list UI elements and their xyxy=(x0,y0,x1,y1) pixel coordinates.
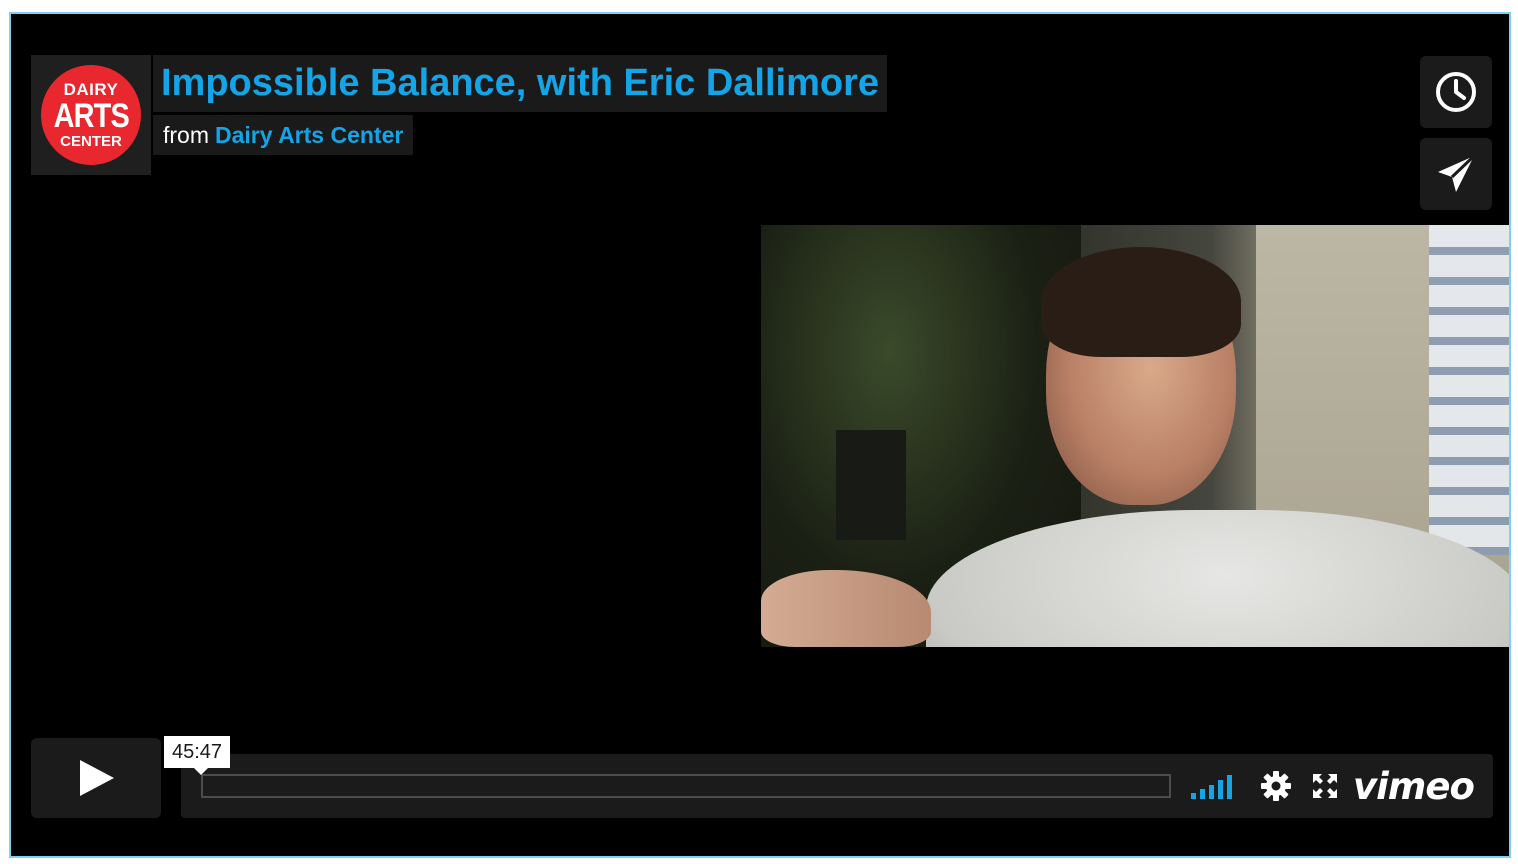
play-icon xyxy=(80,760,114,796)
clock-icon xyxy=(1436,72,1476,112)
channel-link[interactable]: Dairy Arts Center xyxy=(215,122,403,149)
title-bar: Impossible Balance, with Eric Dallimore xyxy=(153,55,888,112)
logo-line-2: ARTS xyxy=(53,97,129,135)
byline: from Dairy Arts Center xyxy=(153,115,414,155)
vimeo-logo[interactable]: vimeo xyxy=(1353,764,1475,808)
fullscreen-button[interactable] xyxy=(1307,768,1343,804)
video-frame[interactable] xyxy=(761,225,1509,647)
volume-bar xyxy=(1227,775,1232,799)
progress-bar[interactable] xyxy=(201,774,1171,798)
share-button[interactable] xyxy=(1420,138,1492,210)
byline-prefix: from xyxy=(163,121,209,148)
volume-bar xyxy=(1200,789,1205,799)
play-button[interactable] xyxy=(31,738,161,818)
video-title[interactable]: Impossible Balance, with Eric Dallimore xyxy=(161,62,879,105)
volume-bar xyxy=(1191,793,1196,799)
volume-control[interactable] xyxy=(1191,773,1241,799)
logo-line-3: CENTER xyxy=(60,133,122,150)
gear-icon xyxy=(1261,771,1291,801)
volume-bar xyxy=(1209,785,1214,799)
fullscreen-icon xyxy=(1313,774,1337,798)
duration-tooltip: 45:47 xyxy=(164,736,231,775)
video-background-door xyxy=(836,430,906,540)
watch-later-button[interactable] xyxy=(1420,56,1492,128)
dairy-arts-logo: DAIRY ARTS CENTER xyxy=(41,65,141,165)
settings-button[interactable] xyxy=(1258,768,1294,804)
video-person-hair xyxy=(1041,247,1241,357)
volume-bar xyxy=(1218,780,1223,799)
channel-logo[interactable]: DAIRY ARTS CENTER xyxy=(31,55,151,175)
paper-plane-icon xyxy=(1438,154,1476,192)
logo-line-1: DAIRY xyxy=(63,80,119,99)
video-player[interactable]: DAIRY ARTS CENTER Impossible Balance, wi… xyxy=(9,12,1511,858)
video-background-window xyxy=(1429,225,1509,555)
controls-bar: vimeo xyxy=(181,754,1493,818)
